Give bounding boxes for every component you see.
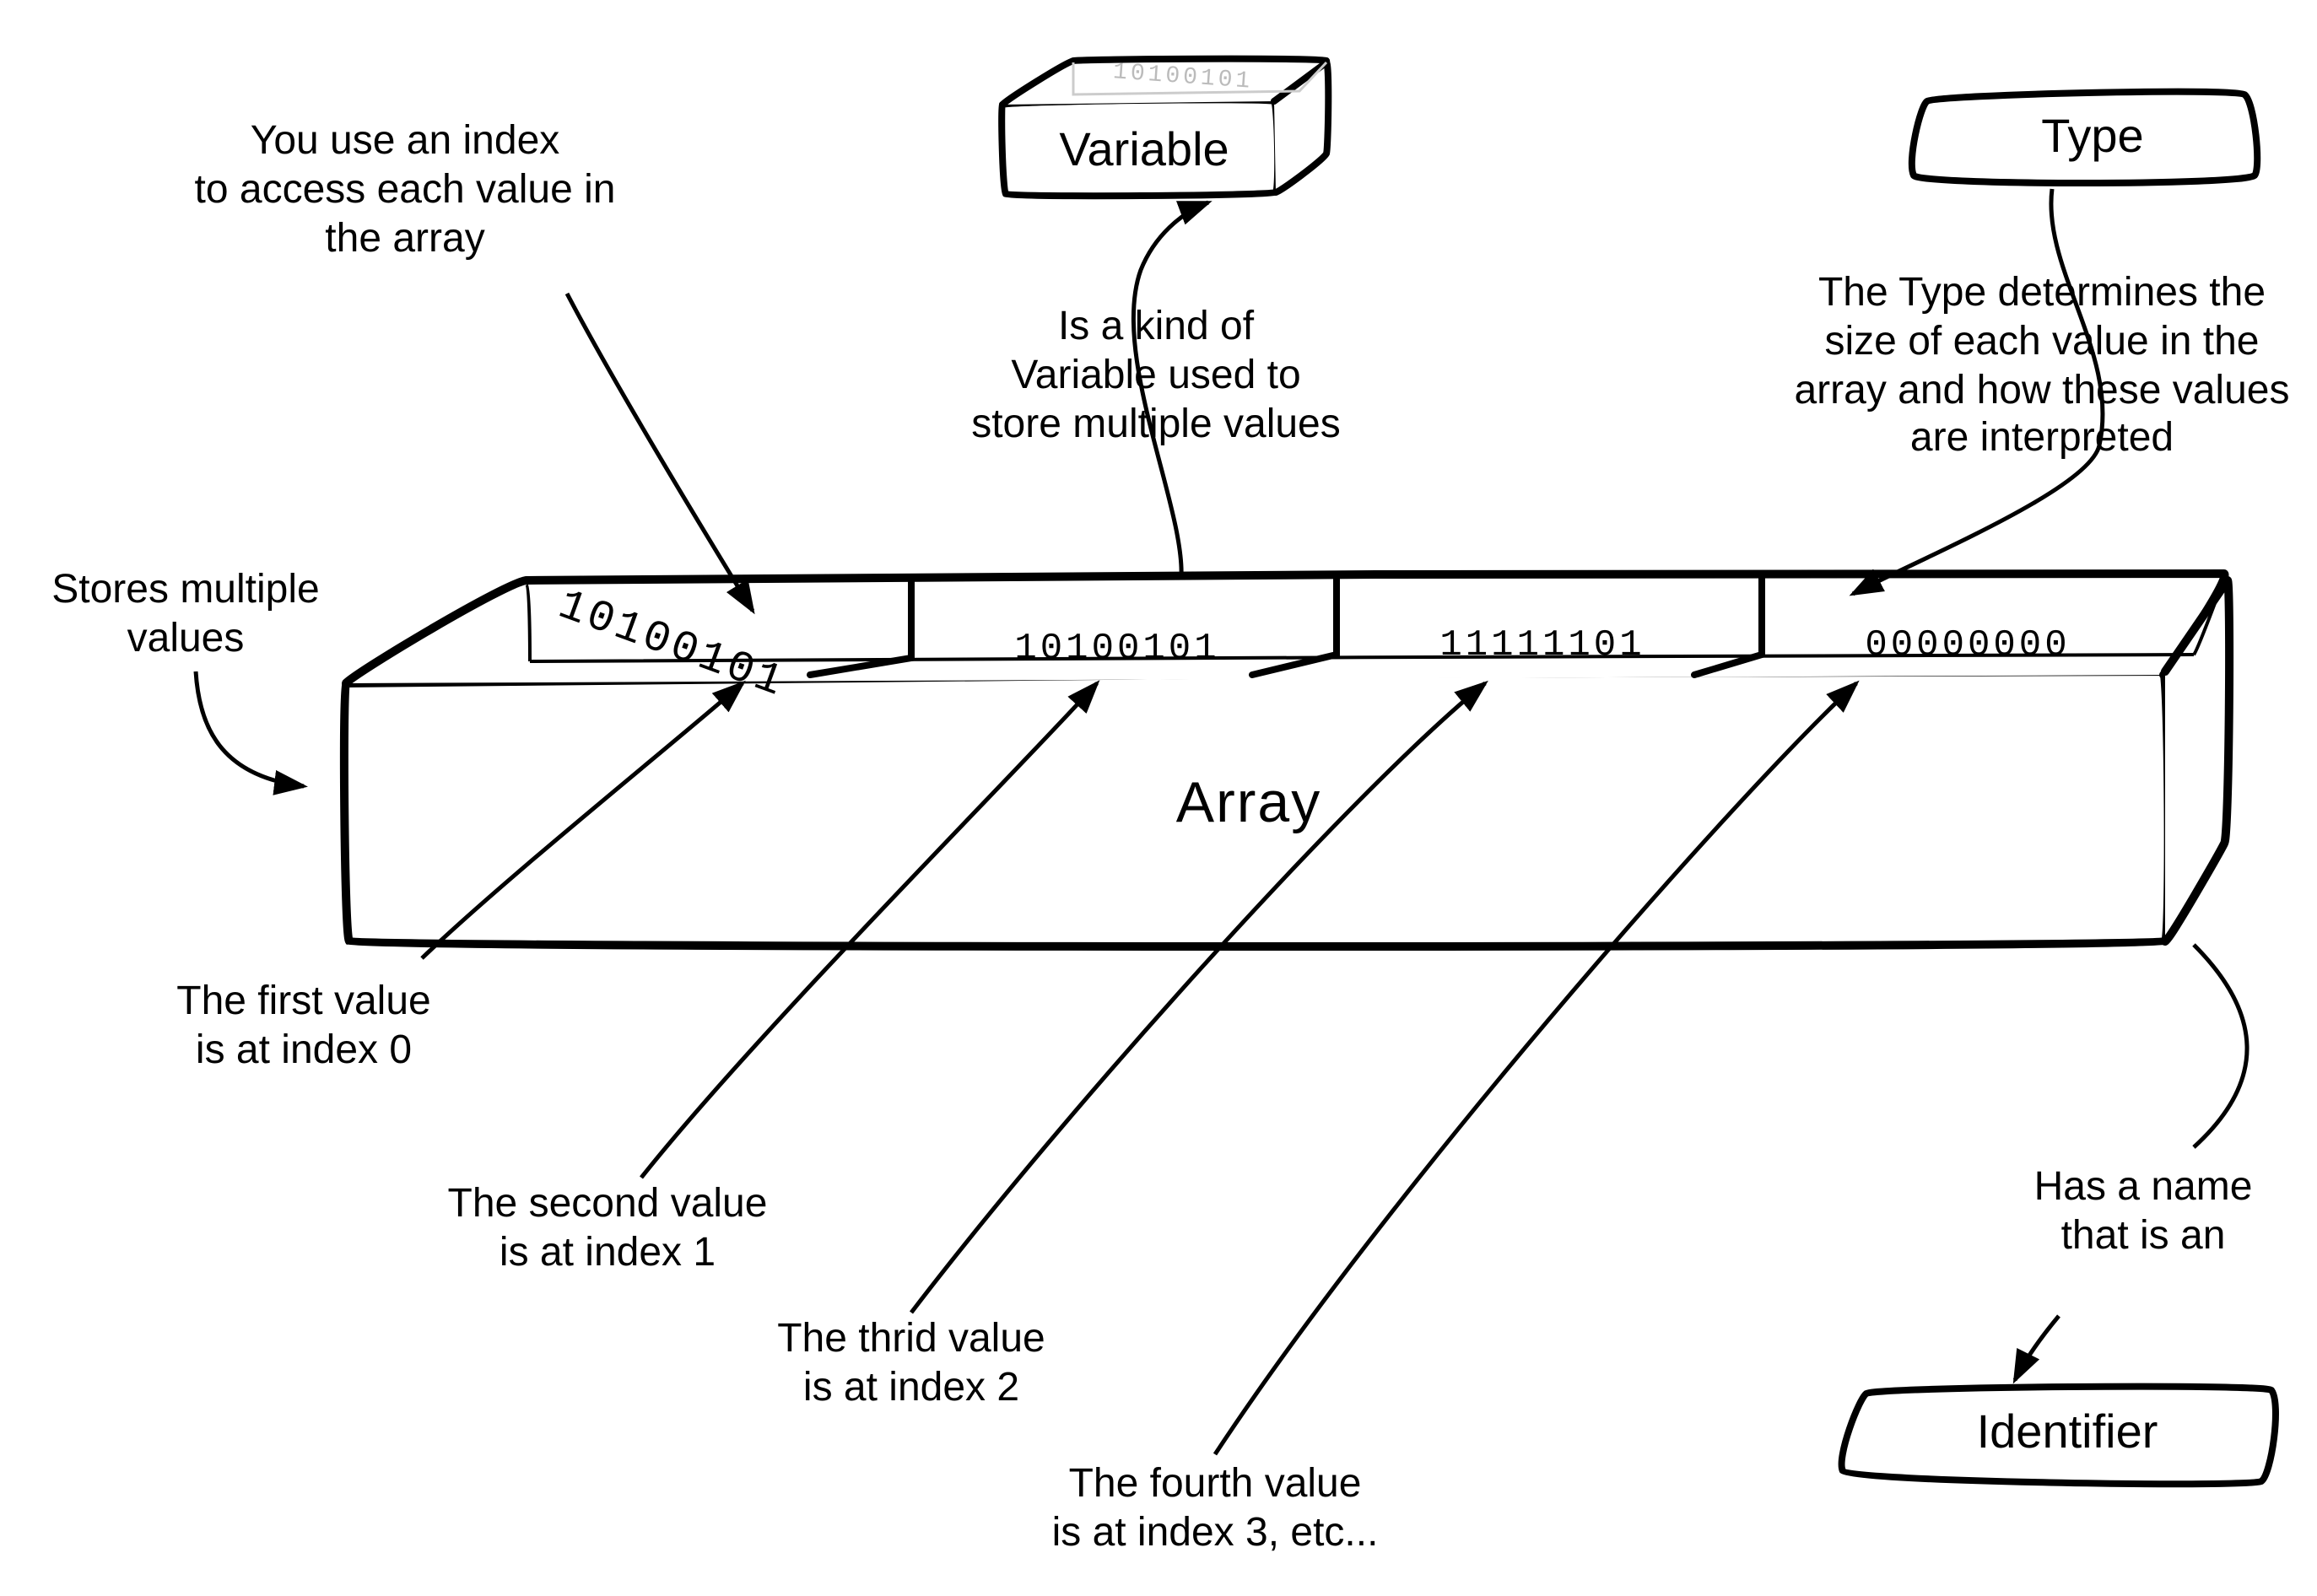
binary-cell2: 11111101 [1357, 624, 1728, 669]
annotation-idx2: The thrid value is at index 2 [675, 1316, 1148, 1413]
annotation-is-kind-of: Is a kind of Variable used to store mult… [894, 304, 1418, 450]
binary-cell1: 10100101 [932, 628, 1303, 672]
type-box-label: Type [2008, 108, 2177, 164]
annotation-has-name: Has a name that is an [1958, 1164, 2317, 1261]
variable-box-label: Variable [1026, 121, 1262, 178]
identifier-box-label: Identifier [1941, 1404, 2194, 1460]
annotation-index-access: You use an index to access each value in… [101, 118, 709, 264]
binary-cell3: 00000000 [1782, 624, 2153, 669]
annotation-idx3: The fourth value is at index 3, etc... [945, 1461, 1485, 1558]
annotation-stores-multiple: Stores multiple values [0, 567, 371, 664]
annotation-type-determines: The Type determines the size of each val… [1755, 270, 2317, 464]
annotation-idx0: The first value is at index 0 [101, 979, 506, 1076]
annotation-idx1: The second value is at index 1 [371, 1181, 844, 1278]
array-title: Array [1114, 769, 1384, 838]
